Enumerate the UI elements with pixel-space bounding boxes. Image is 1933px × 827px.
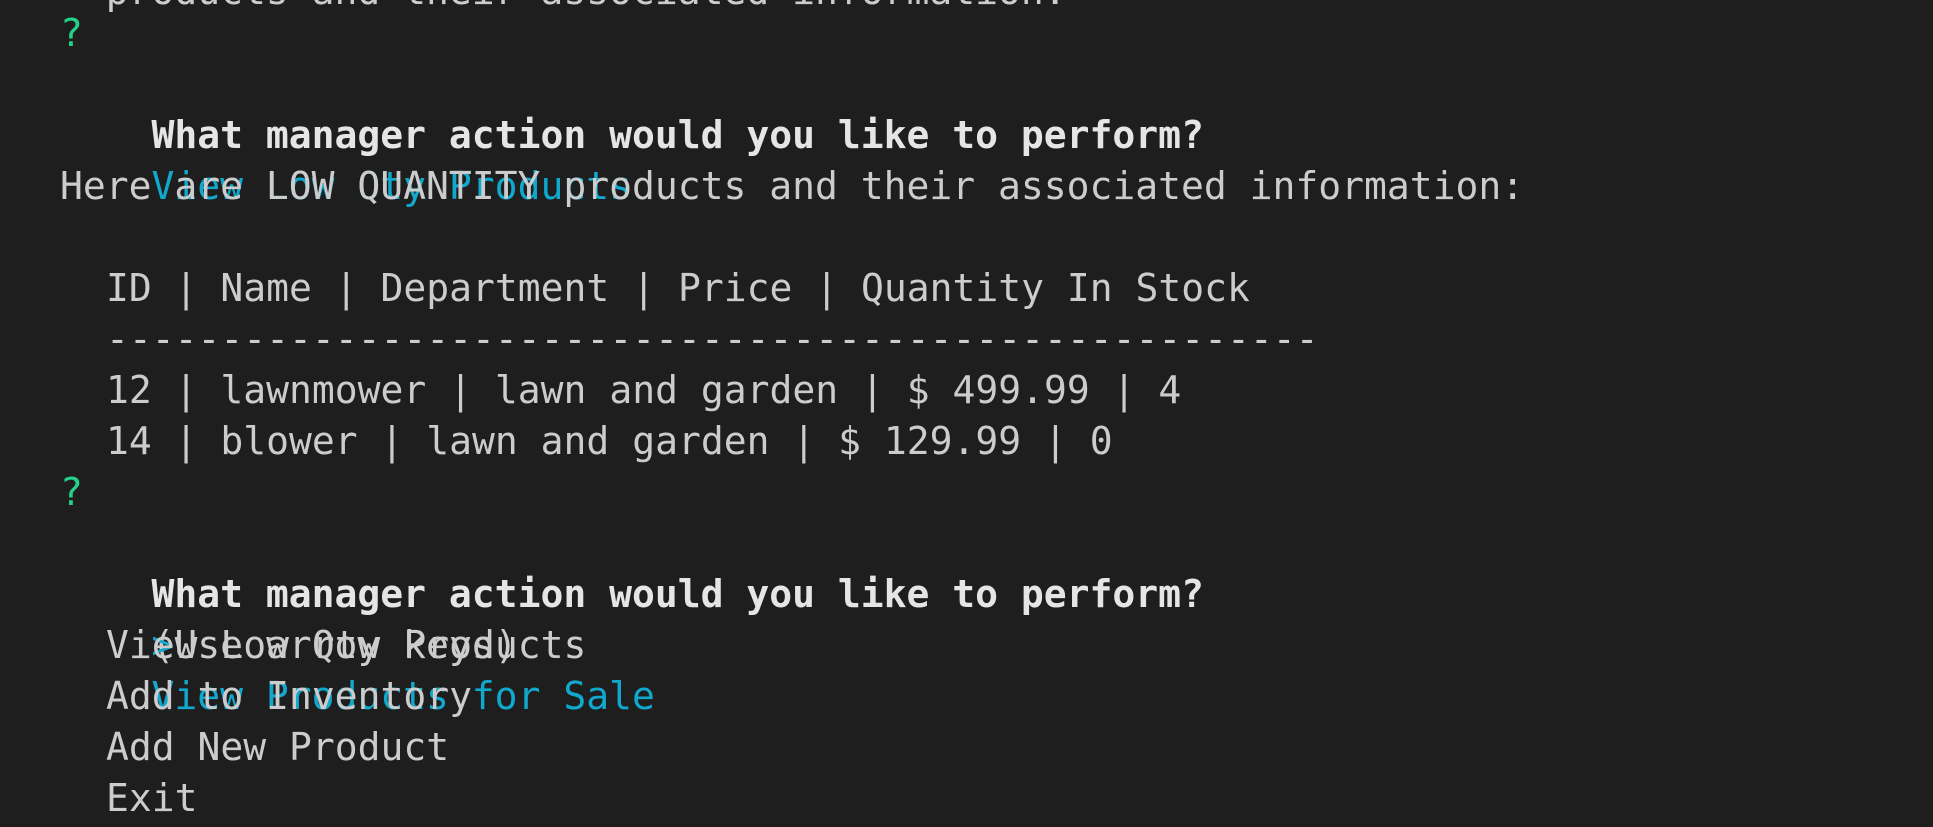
second-prompt-line: What manager action would you like to pe… — [60, 518, 1204, 667]
table-header: ID | Name | Department | Price | Quantit… — [106, 266, 1250, 310]
prompt-marker-1: ? — [60, 11, 83, 55]
menu-option-exit[interactable]: Exit — [106, 773, 198, 824]
prompt-marker-2: ? — [60, 470, 83, 514]
table-row: 12 | lawnmower | lawn and garden | $ 499… — [106, 368, 1182, 412]
table-separator: ----------------------------------------… — [106, 317, 1319, 361]
first-prompt-line: What manager action would you like to pe… — [60, 59, 1204, 208]
terminal-window[interactable]: products and their associated informatio… — [0, 0, 1933, 827]
menu-option-view-low-qty-products[interactable]: View Low Qty Products — [106, 620, 586, 671]
menu-option-view-products-for-sale[interactable]: > View Products for Sale — [60, 569, 655, 718]
first-prompt-question: What manager action would you like to pe… — [151, 113, 1204, 157]
table-row: 14 | blower | lawn and garden | $ 129.99… — [106, 419, 1113, 463]
menu-option-add-new-product[interactable]: Add New Product — [106, 722, 449, 773]
low-qty-heading: Here are LOW QUANTITY products and their… — [60, 164, 1525, 208]
menu-option-add-to-inventory[interactable]: Add to Inventory — [106, 671, 472, 722]
cutoff-previous-line: products and their associated informatio… — [60, 0, 1067, 17]
